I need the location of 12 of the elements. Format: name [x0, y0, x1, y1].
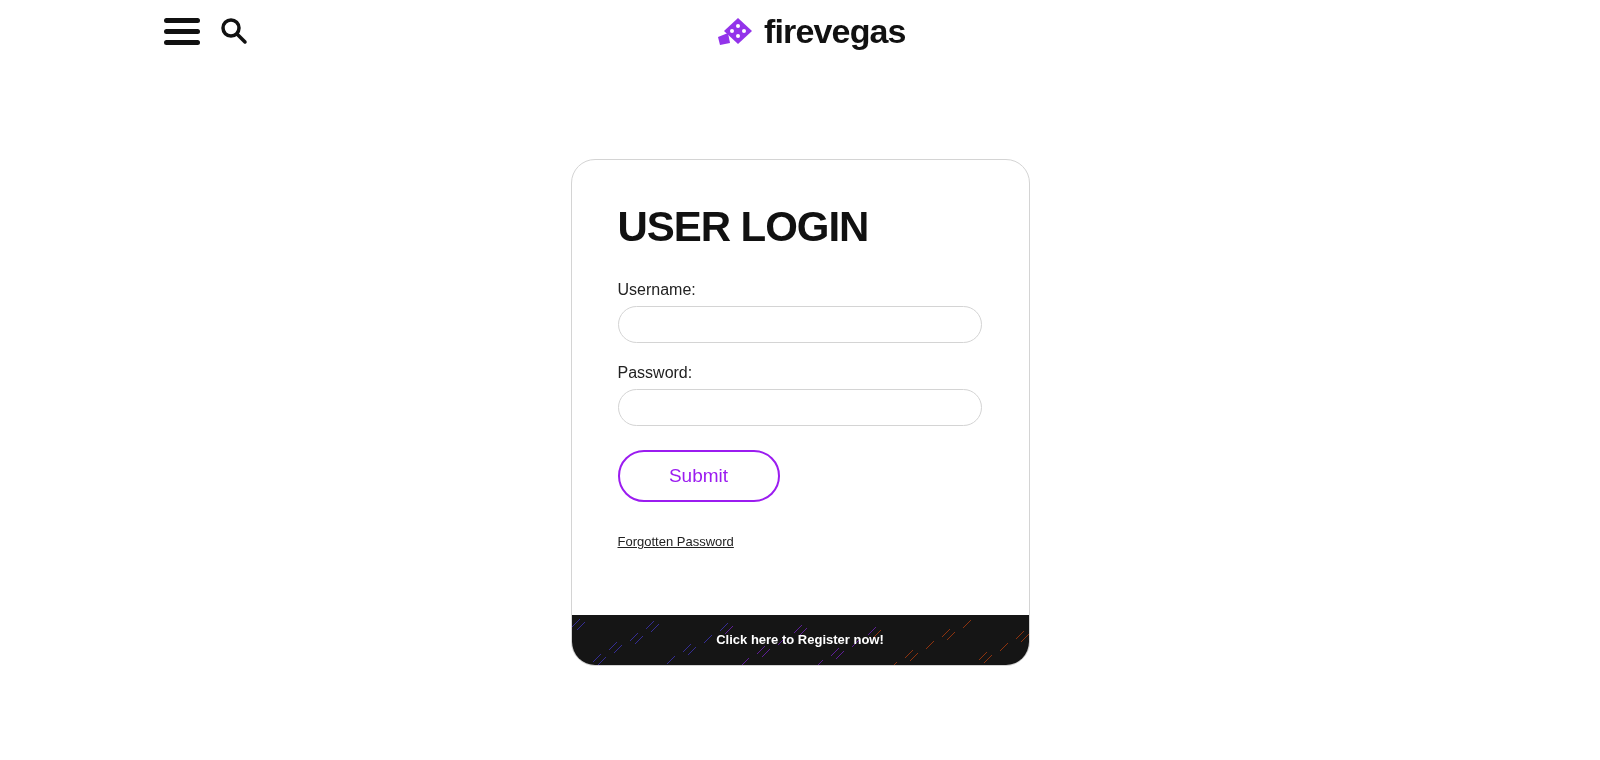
login-title: USER LOGIN [617, 206, 870, 248]
search-icon[interactable] [220, 17, 248, 45]
register-link[interactable]: Click here to Register now! [716, 630, 884, 650]
field-label: Password: [617, 363, 694, 383]
forgot-password-link[interactable]: Forgotten Password [617, 532, 734, 552]
submit-button[interactable]: Submit [617, 450, 780, 502]
logo-text[interactable]: firevegas [764, 14, 906, 48]
register-bar[interactable]: Click here to Register now! [571, 615, 1029, 665]
input-field[interactable] [617, 306, 982, 343]
input-field[interactable] [617, 389, 982, 426]
field-label: Username: [617, 280, 697, 300]
menu-icon[interactable] [164, 16, 200, 46]
